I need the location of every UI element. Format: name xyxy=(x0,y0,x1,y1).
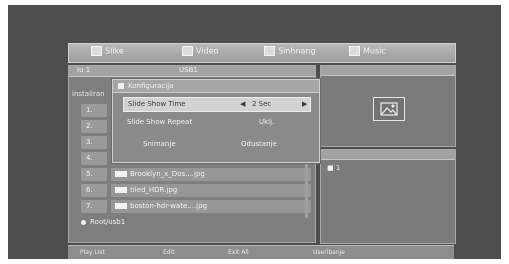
tab-video-label: Video xyxy=(196,46,219,56)
image-icon xyxy=(91,46,102,56)
device-prefix: Iu 1 xyxy=(77,66,91,74)
list-item-name-wrap: Brooklyn_x_Dos....jpg xyxy=(111,168,311,181)
dialog-title-bar: Konfiguracija xyxy=(113,80,319,93)
tv-screen: Slike Video Sinhnang Music Iu 1 USB1 ins… xyxy=(8,5,501,259)
preview-panel xyxy=(320,65,456,147)
list-item-number: 3. xyxy=(81,136,107,149)
tab-photos-label: Slike xyxy=(105,46,124,56)
info-text: ■ 1 xyxy=(327,164,341,172)
tab-music-label: Music xyxy=(363,46,386,56)
list-item-name: Brooklyn_x_Dos....jpg xyxy=(130,170,205,178)
list-item-number: 7. xyxy=(81,200,107,213)
configuration-dialog: Konfiguracija Slide Show Time ◀ 2 Sec ▶ … xyxy=(112,79,320,163)
list-item[interactable]: 6. tiled_HDR.jpg xyxy=(79,184,311,197)
help-edit: Edit xyxy=(163,249,175,256)
root-path-label: Root/usb1 xyxy=(90,218,126,226)
list-item-name-wrap: boston-hdr-wate....jpg xyxy=(111,200,311,213)
slide-show-time-value: 2 Sec xyxy=(252,100,272,108)
save-button[interactable]: Snimanje xyxy=(143,140,176,148)
help-play-list: Play List xyxy=(80,249,105,256)
list-item-number: 4. xyxy=(81,152,107,165)
tab-photos[interactable]: Slike xyxy=(91,46,124,56)
arrow-right-icon[interactable]: ▶ xyxy=(302,98,307,111)
thumbnail-icon xyxy=(115,187,127,193)
arrow-left-icon[interactable]: ◀ xyxy=(240,98,245,111)
root-path: Root/usb1 xyxy=(81,218,125,226)
settings-icon xyxy=(118,83,124,89)
device-bar: Iu 1 USB1 xyxy=(69,66,315,77)
list-item[interactable]: 5. Brooklyn_x_Dos....jpg xyxy=(79,168,311,181)
help-exit-all: Exit All xyxy=(228,249,249,256)
thumbnail-icon xyxy=(115,171,127,177)
list-item-number: 2. xyxy=(81,120,107,133)
left-label: instaliran xyxy=(72,90,105,98)
folder-dot-icon xyxy=(81,219,86,225)
image-placeholder-icon xyxy=(373,97,405,121)
tab-recordings[interactable]: Sinhnang xyxy=(264,46,316,56)
slide-show-repeat-value[interactable]: Uklj. xyxy=(259,118,274,126)
info-panel: ■ 1 xyxy=(320,149,456,244)
slide-show-time-label: Slide Show Time xyxy=(128,100,186,108)
device-name: USB1 xyxy=(179,66,198,74)
cancel-button[interactable]: Odustanje xyxy=(241,140,277,148)
tab-music[interactable]: Music xyxy=(349,46,386,56)
dialog-title: Konfiguracija xyxy=(128,82,174,90)
list-item-name: boston-hdr-wate....jpg xyxy=(130,202,207,210)
slide-show-time-option[interactable]: Slide Show Time ◀ 2 Sec ▶ xyxy=(123,97,311,112)
tab-recordings-label: Sinhnang xyxy=(278,46,316,56)
preview-header xyxy=(321,66,455,76)
picture-icon xyxy=(380,102,398,116)
thumbnail-icon xyxy=(115,203,127,209)
list-item-number: 6. xyxy=(81,184,107,197)
help-useribanje: Useribanje xyxy=(313,249,345,256)
info-header xyxy=(321,150,455,160)
list-item-name-wrap: tiled_HDR.jpg xyxy=(111,184,311,197)
list-item-name: tiled_HDR.jpg xyxy=(130,186,178,194)
help-bar: Play List Edit Exit All Useribanje xyxy=(68,245,454,259)
music-icon xyxy=(349,46,360,56)
slide-show-repeat-label[interactable]: Slide Show Repeat xyxy=(127,118,192,126)
tab-video[interactable]: Video xyxy=(182,46,218,56)
music-note-icon xyxy=(264,46,275,56)
list-item-number: 1. xyxy=(81,104,107,117)
list-item[interactable]: 7. boston-hdr-wate....jpg xyxy=(79,200,311,213)
list-item-number: 5. xyxy=(81,168,107,181)
video-icon xyxy=(182,46,193,56)
media-type-menu: Slike Video Sinhnang Music xyxy=(68,43,456,63)
